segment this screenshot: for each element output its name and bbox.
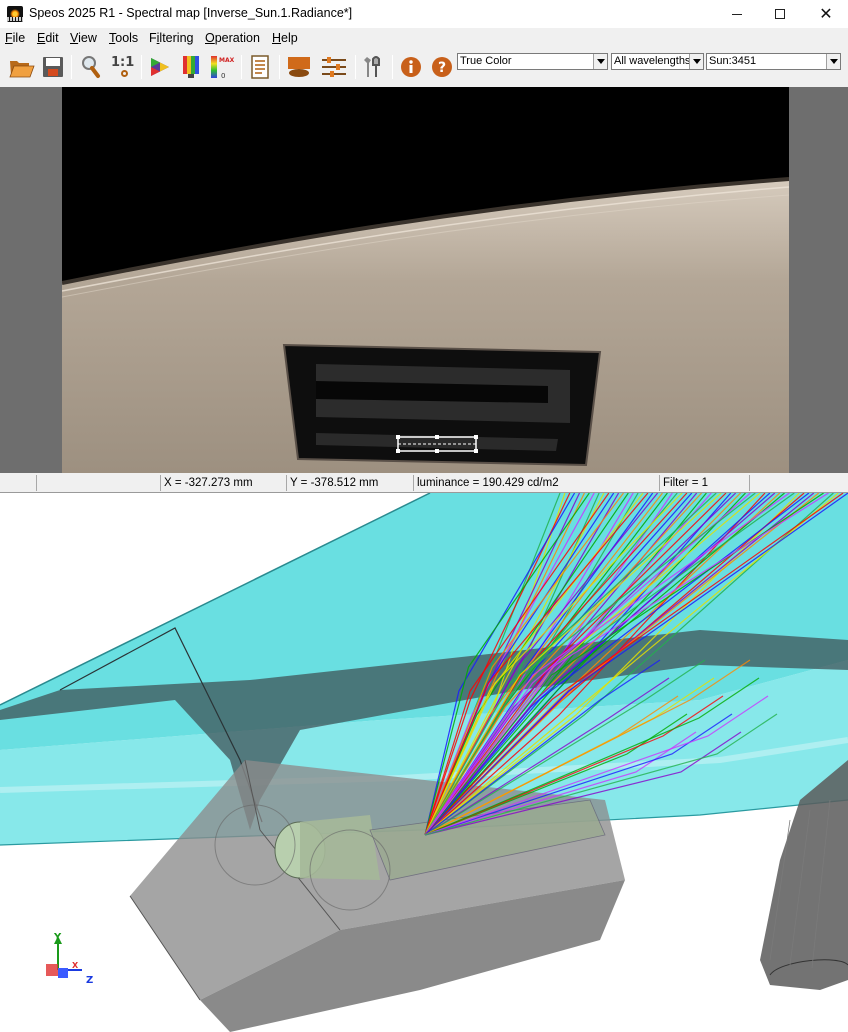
- false-color-icon: [183, 56, 199, 78]
- info-icon: [401, 57, 421, 77]
- menu-file[interactable]: File: [5, 31, 25, 45]
- toolbar-separator: [279, 55, 280, 79]
- surface-icon: [288, 57, 310, 77]
- toolbar-separator: [355, 55, 356, 79]
- help-icon: ?: [432, 57, 452, 77]
- status-filter: Filter = 1: [659, 475, 749, 491]
- help-button[interactable]: ?: [428, 53, 456, 81]
- open-folder-icon: [9, 61, 35, 78]
- color-spectrum-button[interactable]: [146, 53, 174, 81]
- toolbar-separator: [392, 55, 393, 79]
- title-bar[interactable]: Speos 2025 R1 - Spectral map [Inverse_Su…: [0, 0, 848, 28]
- status-empty: [36, 475, 160, 491]
- status-empty: [749, 475, 848, 491]
- max-scale-icon: MAX 0: [211, 56, 235, 80]
- minimize-button[interactable]: [714, 0, 760, 28]
- toolbar: 1:1 MAX 0 ? True Color All wavelengths S…: [0, 49, 848, 86]
- cad-3d-viewport[interactable]: [0, 493, 848, 1032]
- status-luminance: luminance = 190.429 cd/m2: [413, 475, 659, 491]
- minimize-icon: [732, 13, 742, 15]
- menu-help[interactable]: Help: [272, 31, 298, 45]
- save-icon: [43, 57, 63, 77]
- app-icon: [7, 6, 23, 22]
- actual-size-icon: 1:1: [109, 55, 135, 79]
- window-title: Speos 2025 R1 - Spectral map [Inverse_Su…: [29, 6, 353, 20]
- open-button[interactable]: [8, 53, 36, 81]
- svg-text:0: 0: [221, 72, 225, 80]
- zoom-icon: [82, 56, 100, 78]
- chevron-down-icon: [826, 54, 840, 69]
- spectral-map-window: Speos 2025 R1 - Spectral map [Inverse_Su…: [0, 0, 848, 493]
- tools-button[interactable]: [359, 53, 387, 81]
- x-axis-label: X: [72, 961, 79, 970]
- layer-select[interactable]: Sun:3451: [706, 53, 841, 70]
- actual-size-button[interactable]: 1:1: [108, 53, 136, 81]
- color-spectrum-icon: [151, 58, 169, 76]
- chevron-down-icon: [593, 54, 607, 69]
- false-color-button[interactable]: [177, 53, 205, 81]
- close-icon: ✕: [819, 4, 833, 23]
- status-x-coordinate: X = -327.273 mm: [160, 475, 286, 491]
- toolbar-separator: [71, 55, 72, 79]
- z-axis-label: Z: [86, 975, 93, 986]
- zoom-button[interactable]: [77, 53, 105, 81]
- svg-text:?: ?: [438, 60, 446, 76]
- menu-tools[interactable]: Tools: [109, 31, 138, 45]
- info-button[interactable]: [397, 53, 425, 81]
- max-scale-button[interactable]: MAX 0: [208, 53, 236, 81]
- chevron-down-icon: [689, 54, 703, 69]
- toolbar-separator: [141, 55, 142, 79]
- maximize-button[interactable]: [757, 0, 803, 28]
- maximize-icon: [775, 9, 785, 19]
- tools-icon: [364, 56, 380, 77]
- wavelength-select[interactable]: All wavelengths: [611, 53, 704, 70]
- radiance-map-image[interactable]: [62, 87, 789, 473]
- color-mode-select[interactable]: True Color: [457, 53, 608, 70]
- settings-sliders-button[interactable]: [320, 53, 348, 81]
- y-axis-label: Y: [53, 932, 62, 943]
- menu-filtering[interactable]: Filtering: [149, 31, 193, 45]
- save-button[interactable]: [39, 53, 67, 81]
- axis-triad: Y X Z: [46, 932, 93, 986]
- status-y-coordinate: Y = -378.512 mm: [286, 475, 413, 491]
- menu-edit[interactable]: Edit: [37, 31, 59, 45]
- surface-view-button[interactable]: [285, 53, 313, 81]
- menu-operation[interactable]: Operation: [205, 31, 260, 45]
- report-icon: [251, 55, 269, 79]
- menu-view[interactable]: View: [70, 31, 97, 45]
- toolbar-separator: [241, 55, 242, 79]
- status-bar: X = -327.273 mm Y = -378.512 mm luminanc…: [0, 474, 848, 492]
- map-viewport[interactable]: [0, 87, 848, 473]
- settings-sliders-icon: [322, 57, 346, 77]
- report-button[interactable]: [246, 53, 274, 81]
- svg-text:MAX: MAX: [219, 57, 235, 64]
- menu-bar: File Edit View Tools Filtering Operation…: [0, 30, 848, 48]
- close-button[interactable]: ✕: [803, 0, 848, 28]
